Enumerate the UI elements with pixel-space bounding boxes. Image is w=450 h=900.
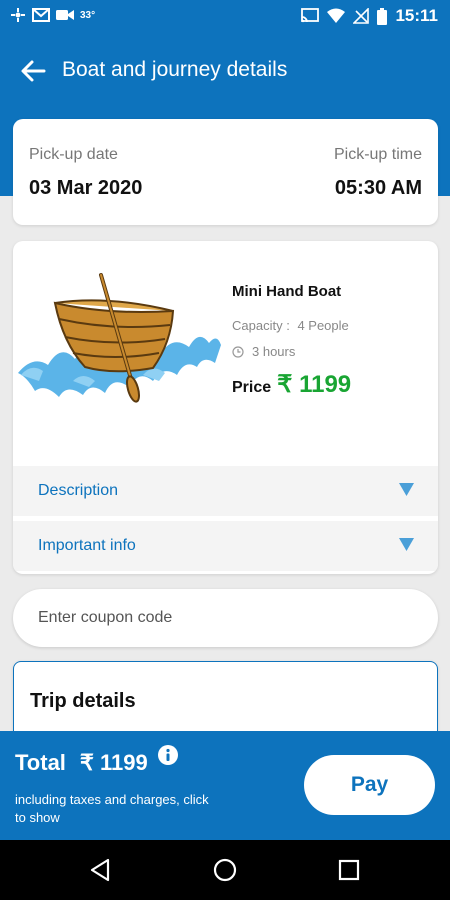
accordion-description[interactable]: Description bbox=[13, 466, 438, 516]
clock: 15:11 bbox=[395, 6, 438, 25]
pickup-card: Pick-up date 03 Mar 2020 Pick-up time 05… bbox=[13, 119, 438, 225]
nav-recents-icon[interactable] bbox=[334, 855, 364, 885]
boat-image bbox=[18, 273, 221, 403]
pickup-time-label: Pick-up time bbox=[333, 146, 422, 163]
boat-card: Mini Hand Boat Capacity : 4 People 3 hou… bbox=[13, 241, 438, 574]
accordion-important-info[interactable]: Important info bbox=[13, 521, 438, 571]
back-arrow-icon[interactable] bbox=[18, 56, 48, 86]
duration-value: 3 hours bbox=[252, 344, 296, 359]
page-title: Boat and journey details bbox=[62, 58, 288, 81]
capacity-label: Capacity : bbox=[232, 318, 290, 333]
total-value: ₹ 1199 bbox=[79, 750, 148, 775]
no-signal-icon bbox=[353, 8, 370, 24]
status-bar-left: 33° bbox=[10, 7, 95, 23]
price-value: ₹ 1199 bbox=[277, 371, 352, 398]
total-note[interactable]: including taxes and charges, click to sh… bbox=[15, 791, 215, 827]
nav-back-icon[interactable] bbox=[86, 855, 116, 885]
pickup-date-label: Pick-up date bbox=[29, 146, 118, 163]
accordion-important-info-label: Important info bbox=[38, 537, 136, 554]
capacity-row: Capacity : 4 People bbox=[232, 318, 349, 333]
boat-name: Mini Hand Boat bbox=[232, 283, 342, 300]
checkout-bar: Total ₹ 1199 including taxes and charges… bbox=[0, 731, 450, 840]
gmail-icon bbox=[32, 8, 50, 22]
total-row[interactable]: Total ₹ 1199 bbox=[15, 745, 178, 776]
info-icon[interactable] bbox=[157, 745, 178, 765]
grid-icon bbox=[11, 8, 25, 22]
temperature: 33° bbox=[80, 9, 96, 21]
accordion-description-label: Description bbox=[38, 482, 119, 499]
status-bar-right: 15:11 bbox=[301, 6, 438, 26]
pay-button[interactable]: Pay bbox=[304, 755, 435, 815]
battery-icon bbox=[377, 7, 388, 25]
wifi-icon bbox=[327, 8, 346, 23]
total-label: Total bbox=[15, 750, 66, 775]
duration-row: 3 hours bbox=[232, 344, 295, 359]
coupon-input[interactable] bbox=[13, 589, 438, 647]
pickup-time-value: 05:30 AM bbox=[334, 177, 422, 199]
price-row: Price ₹ 1199 bbox=[232, 370, 351, 399]
clock-icon bbox=[232, 345, 244, 358]
nav-home-icon[interactable] bbox=[210, 855, 240, 885]
chevron-down-icon bbox=[399, 483, 414, 496]
chevron-down-icon bbox=[399, 538, 414, 551]
system-nav-bar bbox=[0, 840, 450, 900]
trip-details-title: Trip details bbox=[30, 690, 136, 712]
pickup-date-value: 03 Mar 2020 bbox=[29, 177, 143, 199]
capacity-value: 4 People bbox=[297, 318, 349, 333]
status-bar: 33° 15:11 bbox=[0, 0, 450, 34]
video-icon bbox=[56, 10, 74, 20]
price-label: Price bbox=[232, 379, 272, 396]
coupon-field bbox=[13, 589, 438, 647]
cast-icon bbox=[301, 8, 320, 23]
